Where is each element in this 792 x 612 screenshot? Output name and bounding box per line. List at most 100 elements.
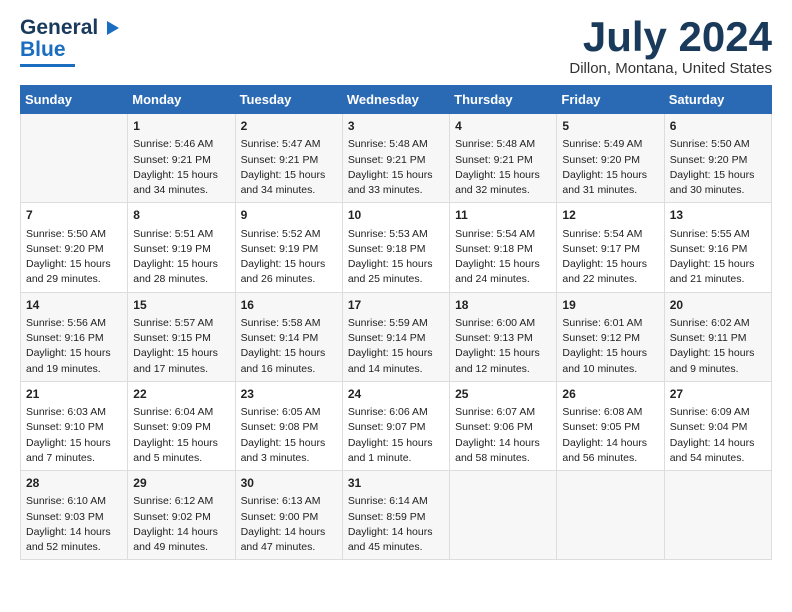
- day-number: 21: [26, 386, 122, 403]
- title-block: July 2024 Dillon, Montana, United States: [569, 16, 772, 77]
- day-number: 17: [348, 297, 444, 314]
- day-info: Sunrise: 6:01 AM Sunset: 9:12 PM Dayligh…: [562, 317, 647, 375]
- calendar-cell: [450, 471, 557, 560]
- day-number: 13: [670, 207, 766, 224]
- calendar-cell: 3 Sunrise: 5:48 AM Sunset: 9:21 PM Daylig…: [342, 114, 449, 203]
- logo: General Blue: [20, 16, 121, 67]
- calendar-cell: 12 Sunrise: 5:54 AM Sunset: 9:17 PM Dayli…: [557, 203, 664, 292]
- day-number: 31: [348, 475, 444, 492]
- day-info: Sunrise: 6:02 AM Sunset: 9:11 PM Dayligh…: [670, 317, 755, 375]
- day-info: Sunrise: 5:53 AM Sunset: 9:18 PM Dayligh…: [348, 228, 433, 286]
- logo-arrow-icon: [99, 17, 121, 39]
- day-number: 22: [133, 386, 229, 403]
- day-number: 26: [562, 386, 658, 403]
- calendar-cell: 1 Sunrise: 5:46 AM Sunset: 9:21 PM Daylig…: [128, 114, 235, 203]
- day-info: Sunrise: 5:59 AM Sunset: 9:14 PM Dayligh…: [348, 317, 433, 375]
- day-number: 14: [26, 297, 122, 314]
- location: Dillon, Montana, United States: [569, 60, 772, 77]
- day-number: 18: [455, 297, 551, 314]
- day-number: 16: [241, 297, 337, 314]
- day-number: 6: [670, 118, 766, 135]
- calendar-cell: 13Sunrise: 5:55 AM Sunset: 9:16 PM Dayli…: [664, 203, 771, 292]
- calendar-cell: 24 Sunrise: 6:06 AM Sunset: 9:07 PM Dayli…: [342, 381, 449, 470]
- day-number: 1: [133, 118, 229, 135]
- day-number: 8: [133, 207, 229, 224]
- day-info: Sunrise: 6:05 AM Sunset: 9:08 PM Dayligh…: [241, 406, 326, 464]
- day-info: Sunrise: 6:14 AM Sunset: 8:59 PM Dayligh…: [348, 495, 433, 553]
- day-number: 10: [348, 207, 444, 224]
- calendar-cell: 19Sunrise: 6:01 AM Sunset: 9:12 PM Dayli…: [557, 292, 664, 381]
- calendar-cell: 18 Sunrise: 6:00 AM Sunset: 9:13 PM Dayli…: [450, 292, 557, 381]
- calendar-cell: 22 Sunrise: 6:04 AM Sunset: 9:09 PM Dayli…: [128, 381, 235, 470]
- weekday-header: Tuesday: [235, 86, 342, 114]
- day-info: Sunrise: 6:04 AM Sunset: 9:09 PM Dayligh…: [133, 406, 218, 464]
- calendar-cell: 26 Sunrise: 6:08 AM Sunset: 9:05 PM Dayli…: [557, 381, 664, 470]
- day-info: Sunrise: 5:56 AM Sunset: 9:16 PM Dayligh…: [26, 317, 111, 375]
- day-number: 3: [348, 118, 444, 135]
- day-info: Sunrise: 6:12 AM Sunset: 9:02 PM Dayligh…: [133, 495, 218, 553]
- day-number: 11: [455, 207, 551, 224]
- calendar-cell: 27 Sunrise: 6:09 AM Sunset: 9:04 PM Dayli…: [664, 381, 771, 470]
- weekday-header: Wednesday: [342, 86, 449, 114]
- day-info: Sunrise: 5:52 AM Sunset: 9:19 PM Dayligh…: [241, 228, 326, 286]
- day-info: Sunrise: 6:03 AM Sunset: 9:10 PM Dayligh…: [26, 406, 111, 464]
- day-info: Sunrise: 6:06 AM Sunset: 9:07 PM Dayligh…: [348, 406, 433, 464]
- day-info: Sunrise: 5:49 AM Sunset: 9:20 PM Dayligh…: [562, 138, 647, 196]
- day-info: Sunrise: 6:08 AM Sunset: 9:05 PM Dayligh…: [562, 406, 647, 464]
- day-info: Sunrise: 6:00 AM Sunset: 9:13 PM Dayligh…: [455, 317, 540, 375]
- day-info: Sunrise: 5:54 AM Sunset: 9:18 PM Dayligh…: [455, 228, 540, 286]
- day-info: Sunrise: 5:50 AM Sunset: 9:20 PM Dayligh…: [26, 228, 111, 286]
- calendar-cell: 29Sunrise: 6:12 AM Sunset: 9:02 PM Dayli…: [128, 471, 235, 560]
- day-number: 27: [670, 386, 766, 403]
- weekday-header: Thursday: [450, 86, 557, 114]
- calendar-cell: 31 Sunrise: 6:14 AM Sunset: 8:59 PM Dayli…: [342, 471, 449, 560]
- day-number: 9: [241, 207, 337, 224]
- day-number: 20: [670, 297, 766, 314]
- day-info: Sunrise: 5:48 AM Sunset: 9:21 PM Dayligh…: [348, 138, 433, 196]
- calendar-cell: 17 Sunrise: 5:59 AM Sunset: 9:14 PM Dayli…: [342, 292, 449, 381]
- month-title: July 2024: [569, 16, 772, 58]
- calendar-cell: 16Sunrise: 5:58 AM Sunset: 9:14 PM Dayli…: [235, 292, 342, 381]
- calendar-week-row: 28 Sunrise: 6:10 AM Sunset: 9:03 PM Dayli…: [21, 471, 772, 560]
- day-info: Sunrise: 5:57 AM Sunset: 9:15 PM Dayligh…: [133, 317, 218, 375]
- day-info: Sunrise: 6:13 AM Sunset: 9:00 PM Dayligh…: [241, 495, 326, 553]
- day-number: 24: [348, 386, 444, 403]
- calendar-cell: [664, 471, 771, 560]
- calendar-cell: 15 Sunrise: 5:57 AM Sunset: 9:15 PM Dayli…: [128, 292, 235, 381]
- day-number: 28: [26, 475, 122, 492]
- calendar-week-row: 7 Sunrise: 5:50 AM Sunset: 9:20 PM Daylig…: [21, 203, 772, 292]
- day-number: 7: [26, 207, 122, 224]
- day-number: 4: [455, 118, 551, 135]
- calendar-cell: 5 Sunrise: 5:49 AM Sunset: 9:20 PM Daylig…: [557, 114, 664, 203]
- calendar-cell: 28 Sunrise: 6:10 AM Sunset: 9:03 PM Dayli…: [21, 471, 128, 560]
- calendar-cell: 11 Sunrise: 5:54 AM Sunset: 9:18 PM Dayli…: [450, 203, 557, 292]
- calendar-week-row: 1 Sunrise: 5:46 AM Sunset: 9:21 PM Daylig…: [21, 114, 772, 203]
- calendar-cell: 25Sunrise: 6:07 AM Sunset: 9:06 PM Dayli…: [450, 381, 557, 470]
- day-number: 5: [562, 118, 658, 135]
- day-number: 30: [241, 475, 337, 492]
- calendar-cell: 7 Sunrise: 5:50 AM Sunset: 9:20 PM Daylig…: [21, 203, 128, 292]
- logo-general: General: [20, 16, 98, 40]
- day-number: 15: [133, 297, 229, 314]
- calendar-cell: 20 Sunrise: 6:02 AM Sunset: 9:11 PM Dayli…: [664, 292, 771, 381]
- day-info: Sunrise: 6:10 AM Sunset: 9:03 PM Dayligh…: [26, 495, 111, 553]
- day-number: 23: [241, 386, 337, 403]
- calendar-header: SundayMondayTuesdayWednesdayThursdayFrid…: [21, 86, 772, 114]
- calendar-cell: 2Sunrise: 5:47 AM Sunset: 9:21 PM Daylig…: [235, 114, 342, 203]
- logo-blue: Blue: [20, 38, 66, 62]
- calendar-cell: 21 Sunrise: 6:03 AM Sunset: 9:10 PM Dayli…: [21, 381, 128, 470]
- calendar-week-row: 14 Sunrise: 5:56 AM Sunset: 9:16 PM Dayli…: [21, 292, 772, 381]
- calendar-cell: [557, 471, 664, 560]
- calendar-cell: 10 Sunrise: 5:53 AM Sunset: 9:18 PM Dayli…: [342, 203, 449, 292]
- calendar-week-row: 21 Sunrise: 6:03 AM Sunset: 9:10 PM Dayli…: [21, 381, 772, 470]
- day-info: Sunrise: 6:09 AM Sunset: 9:04 PM Dayligh…: [670, 406, 755, 464]
- calendar-cell: 23 Sunrise: 6:05 AM Sunset: 9:08 PM Dayli…: [235, 381, 342, 470]
- calendar-cell: 6Sunrise: 5:50 AM Sunset: 9:20 PM Daylig…: [664, 114, 771, 203]
- day-number: 12: [562, 207, 658, 224]
- weekday-header: Sunday: [21, 86, 128, 114]
- day-number: 25: [455, 386, 551, 403]
- day-info: Sunrise: 5:54 AM Sunset: 9:17 PM Dayligh…: [562, 228, 647, 286]
- day-info: Sunrise: 5:46 AM Sunset: 9:21 PM Dayligh…: [133, 138, 218, 196]
- day-info: Sunrise: 5:48 AM Sunset: 9:21 PM Dayligh…: [455, 138, 540, 196]
- calendar-cell: 9 Sunrise: 5:52 AM Sunset: 9:19 PM Daylig…: [235, 203, 342, 292]
